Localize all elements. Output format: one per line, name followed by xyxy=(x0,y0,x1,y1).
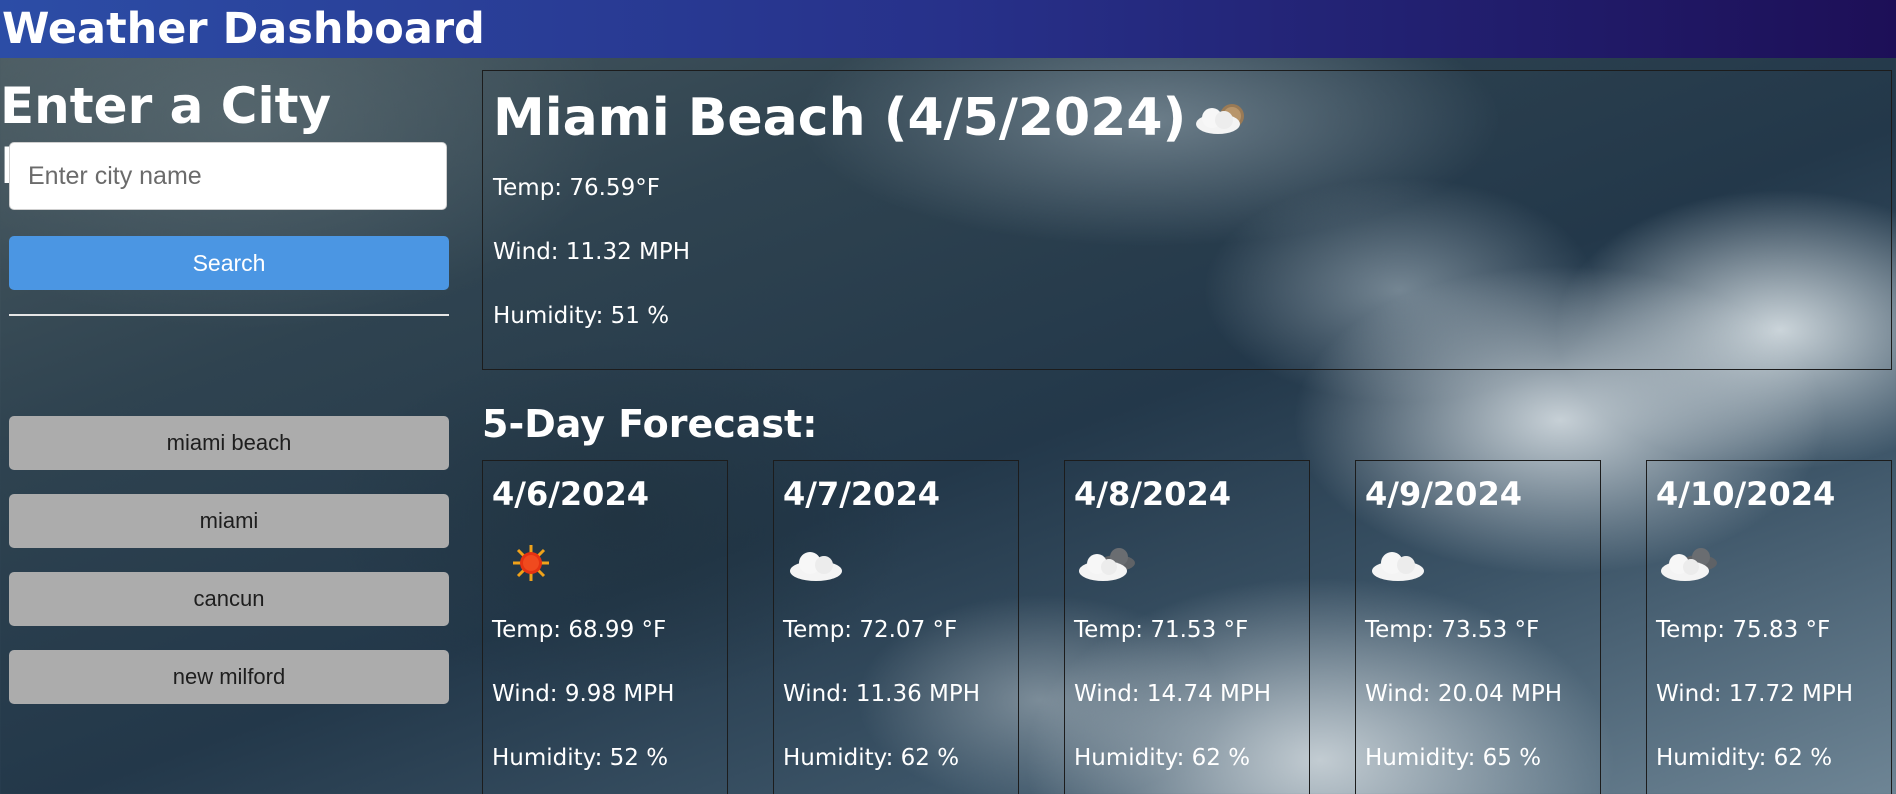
forecast-card: 4/9/2024 Temp: 73.53 °F Wind: 20.04 MPH … xyxy=(1355,460,1601,794)
current-humidity: Humidity: 51 % xyxy=(493,303,670,329)
search-button[interactable]: Search xyxy=(9,236,449,290)
forecast-date: 4/7/2024 xyxy=(783,475,940,513)
current-wind: Wind: 11.32 MPH xyxy=(493,239,691,265)
forecast-wind: Wind: 20.04 MPH xyxy=(1365,681,1563,707)
sun-icon xyxy=(513,545,549,581)
app-title: Weather Dashboard xyxy=(2,4,485,54)
forecast-date: 4/6/2024 xyxy=(492,475,649,513)
cloud-icon xyxy=(790,552,842,581)
current-weather-card: Miami Beach (4/5/2024) Temp: 76.59°F Win… xyxy=(482,70,1892,370)
forecast-humidity: Humidity: 62 % xyxy=(783,745,960,771)
forecast-card: 4/6/2024 Temp: 68.99 °F Wind: 9.98 MPH H… xyxy=(482,460,728,794)
current-weather-header: Miami Beach (4/5/2024) xyxy=(493,83,1881,153)
forecast-date: 4/9/2024 xyxy=(1365,475,1522,513)
forecast-humidity: Humidity: 62 % xyxy=(1656,745,1833,771)
city-search-input[interactable] xyxy=(9,142,447,210)
forecast-temp: Temp: 75.83 °F xyxy=(1656,617,1831,643)
forecast-temp: Temp: 68.99 °F xyxy=(492,617,667,643)
cloudy-icon xyxy=(1079,548,1135,581)
forecast-temp: Temp: 73.53 °F xyxy=(1365,617,1540,643)
partly-cloudy-icon xyxy=(1196,104,1245,134)
forecast-card: 4/10/2024 Temp: 75.83 °F Wind: 17.72 MPH… xyxy=(1646,460,1892,794)
history-button-miami[interactable]: miami xyxy=(9,494,449,548)
forecast-heading: 5-Day Forecast: xyxy=(482,402,818,446)
forecast-wind: Wind: 17.72 MPH xyxy=(1656,681,1854,707)
forecast-date: 4/8/2024 xyxy=(1074,475,1231,513)
forecast-temp: Temp: 71.53 °F xyxy=(1074,617,1249,643)
forecast-wind: Wind: 9.98 MPH xyxy=(492,681,675,707)
forecast-wind: Wind: 14.74 MPH xyxy=(1074,681,1272,707)
current-city-date: Miami Beach (4/5/2024) xyxy=(493,88,1187,148)
cloud-icon xyxy=(1372,552,1424,581)
forecast-card: 4/7/2024 Temp: 72.07 °F Wind: 11.36 MPH … xyxy=(773,460,1019,794)
app-header: Weather Dashboard xyxy=(0,0,1896,58)
cloudy-icon xyxy=(1661,548,1717,581)
forecast-card: 4/8/2024 Temp: 71.53 °F Wind: 14.74 MPH … xyxy=(1064,460,1310,794)
forecast-temp: Temp: 72.07 °F xyxy=(783,617,958,643)
current-temp: Temp: 76.59°F xyxy=(493,175,660,201)
forecast-humidity: Humidity: 52 % xyxy=(492,745,669,771)
forecast-humidity: Humidity: 65 % xyxy=(1365,745,1542,771)
sidebar-divider xyxy=(9,314,449,316)
history-button-cancun[interactable]: cancun xyxy=(9,572,449,626)
forecast-date: 4/10/2024 xyxy=(1656,475,1836,513)
forecast-humidity: Humidity: 62 % xyxy=(1074,745,1251,771)
history-button-miami-beach[interactable]: miami beach xyxy=(9,416,449,470)
history-button-new-milford[interactable]: new milford xyxy=(9,650,449,704)
forecast-wind: Wind: 11.36 MPH xyxy=(783,681,981,707)
